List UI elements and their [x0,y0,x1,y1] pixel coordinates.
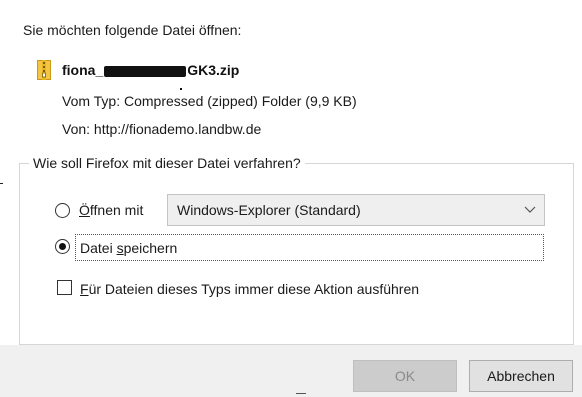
cancel-button[interactable]: Abbrechen [469,360,573,392]
ok-button[interactable]: OK [353,360,457,392]
remember-choice-checkbox[interactable] [57,280,72,295]
open-with-app-select[interactable]: Windows-Explorer (Standard) [167,194,545,226]
stray-dot [180,88,182,90]
zip-folder-icon [37,60,51,80]
file-name-end: GK3.zip [187,62,240,78]
file-source-value: http://fionademo.landbw.de [93,121,262,137]
intro-text: Sie möchten folgende Datei öffnen: [23,22,242,38]
action-group-legend: Wie soll Firefox mit dieser Datei verfah… [29,155,305,171]
file-type-value: Compressed (zipped) Folder (9,9 KB) [124,93,357,109]
file-source-line: Von: http://fionademo.landbw.de [62,121,261,137]
chevron-down-icon [524,206,536,213]
edge-tick [0,183,3,184]
bottom-dash [296,393,306,394]
file-type-line: Vom Typ: Compressed (zipped) Folder (9,9… [62,93,357,109]
redacted-block [104,65,187,77]
file-name-start: fiona_ [62,62,104,78]
remember-choice-label[interactable]: Für Dateien dieses Typs immer diese Akti… [80,281,419,297]
file-source-label: Von: [62,121,91,137]
open-with-app-value: Windows-Explorer (Standard) [177,202,361,218]
open-with-radio[interactable] [55,203,70,218]
save-file-radio[interactable] [55,239,70,254]
file-type-label: Vom Typ: [62,93,121,109]
file-name: fiona_ GK3.zip [62,62,239,78]
save-file-label[interactable]: Datei speichern [80,240,177,256]
open-with-label[interactable]: Öffnen mit [79,202,143,218]
file-row: fiona_ GK3.zip [37,60,239,80]
